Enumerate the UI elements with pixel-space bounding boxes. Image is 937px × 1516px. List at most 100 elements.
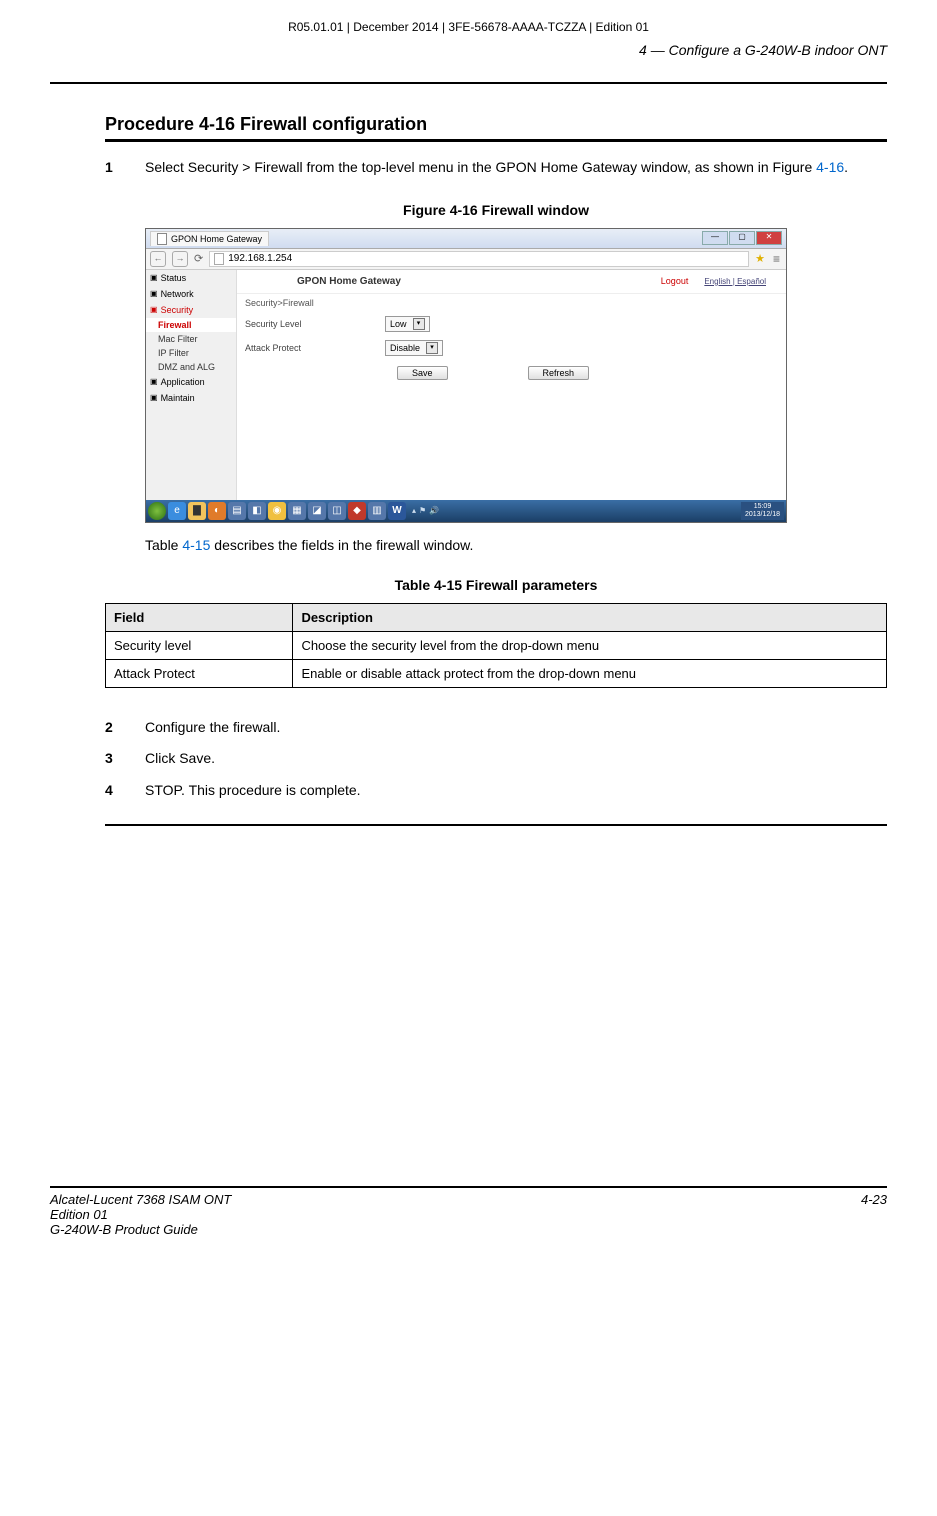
taskbar-clock[interactable]: 15:09 2013/12/18 (741, 502, 784, 520)
step-number: 3 (105, 749, 145, 769)
app-icon[interactable]: ▦ (288, 502, 306, 520)
security-level-row: Security Level Low ▾ (237, 312, 786, 336)
menu-icon[interactable]: ≡ (771, 252, 782, 266)
sidebar-label: Application (161, 377, 205, 387)
forward-button[interactable]: → (172, 251, 188, 267)
table-caption: Table 4-15 Firewall parameters (105, 577, 887, 593)
clock-time: 15:09 (745, 503, 780, 511)
sidebar-item-security[interactable]: ▣Security (146, 302, 236, 318)
router-breadcrumb: Security>Firewall (237, 294, 786, 312)
app-icon[interactable]: ▤ (228, 502, 246, 520)
router-sidebar: ▣Status ▣Network ▣Security Firewall Mac … (146, 270, 237, 500)
sidebar-sub-mac-filter[interactable]: Mac Filter (146, 332, 236, 346)
url-text: 192.168.1.254 (228, 253, 292, 264)
expand-icon: ▣ (150, 289, 158, 298)
back-button[interactable]: ← (150, 251, 166, 267)
sidebar-item-status[interactable]: ▣Status (146, 270, 236, 286)
attack-protect-label: Attack Protect (245, 343, 385, 353)
chrome-icon[interactable]: ◉ (268, 502, 286, 520)
sidebar-item-application[interactable]: ▣Application (146, 374, 236, 390)
procedure-title: Procedure 4-16 Firewall configuration (105, 114, 887, 142)
bookmark-star-icon[interactable]: ★ (755, 252, 765, 265)
app-icon[interactable]: ◪ (308, 502, 326, 520)
router-title: GPON Home Gateway (297, 276, 401, 287)
security-level-dropdown[interactable]: Low ▾ (385, 316, 430, 332)
expand-icon: ▣ (150, 273, 158, 282)
system-tray[interactable]: ▴⚑🔊 (408, 506, 443, 515)
site-icon (214, 253, 224, 265)
header-rule (50, 82, 887, 84)
window-titlebar: GPON Home Gateway — ▢ ✕ (146, 229, 786, 249)
ie-icon[interactable]: e (168, 502, 186, 520)
step-4: 4 STOP. This procedure is complete. (105, 781, 887, 801)
text-part: describes the fields in the firewall win… (210, 537, 473, 553)
minimize-button[interactable]: — (702, 231, 728, 245)
word-icon[interactable]: W (388, 502, 406, 520)
table-ref-link[interactable]: 4-15 (182, 537, 210, 553)
sidebar-item-network[interactable]: ▣Network (146, 286, 236, 302)
logout-link[interactable]: Logout (661, 276, 689, 286)
doc-header: R05.01.01 | December 2014 | 3FE-56678-AA… (50, 20, 887, 34)
step-number: 4 (105, 781, 145, 801)
expand-icon: ▣ (150, 377, 158, 386)
footer-line: G-240W-B Product Guide (50, 1222, 231, 1237)
chevron-down-icon: ▾ (426, 342, 438, 354)
sidebar-sub-ip-filter[interactable]: IP Filter (146, 346, 236, 360)
chevron-down-icon: ▾ (413, 318, 425, 330)
close-button[interactable]: ✕ (756, 231, 782, 245)
step-text: STOP. This procedure is complete. (145, 781, 887, 801)
app-icon[interactable]: ◫ (328, 502, 346, 520)
expand-icon: ▣ (150, 305, 158, 314)
table-cell-field: Attack Protect (106, 659, 293, 687)
save-button[interactable]: Save (397, 366, 448, 380)
router-main: GPON Home Gateway Logout English | Españ… (237, 270, 786, 500)
page-icon (157, 233, 167, 245)
text-part: Table (145, 537, 182, 553)
table-ref-sentence: Table 4-15 describes the fields in the f… (145, 537, 887, 553)
figure-ref-link[interactable]: 4-16 (816, 159, 844, 175)
table-header-field: Field (106, 603, 293, 631)
step-text-part: . (844, 159, 848, 175)
footer-line: Edition 01 (50, 1207, 231, 1222)
sidebar-label: Network (161, 289, 194, 299)
step-text: Configure the firewall. (145, 718, 887, 738)
step-text-part: Select Security > Firewall from the top-… (145, 159, 816, 175)
app-icon[interactable]: ◆ (348, 502, 366, 520)
expand-icon: ▣ (150, 393, 158, 402)
sidebar-item-maintain[interactable]: ▣Maintain (146, 390, 236, 406)
figure-caption: Figure 4-16 Firewall window (105, 202, 887, 218)
step-3: 3 Click Save. (105, 749, 887, 769)
firewall-window-screenshot: GPON Home Gateway — ▢ ✕ ← → ⟳ 192.168.1.… (145, 228, 787, 523)
refresh-button[interactable]: Refresh (528, 366, 590, 380)
sidebar-label: Status (161, 273, 187, 283)
app-icon[interactable]: ◧ (248, 502, 266, 520)
start-button-icon[interactable] (148, 502, 166, 520)
clock-date: 2013/12/18 (745, 511, 780, 519)
firefox-icon[interactable]: ◐ (208, 502, 226, 520)
app-icon[interactable]: ▥ (368, 502, 386, 520)
attack-protect-row: Attack Protect Disable ▾ (237, 336, 786, 360)
language-links[interactable]: English | Español (704, 277, 766, 286)
reload-button[interactable]: ⟳ (194, 252, 203, 265)
address-bar: ← → ⟳ 192.168.1.254 ★ ≡ (146, 249, 786, 270)
step-2: 2 Configure the firewall. (105, 718, 887, 738)
browser-tab[interactable]: GPON Home Gateway (150, 231, 269, 246)
windows-taskbar: e ▇ ◐ ▤ ◧ ◉ ▦ ◪ ◫ ◆ ▥ W ▴⚑🔊 15:09 2013/1… (146, 500, 786, 522)
url-field[interactable]: 192.168.1.254 (209, 251, 749, 267)
attack-protect-dropdown[interactable]: Disable ▾ (385, 340, 443, 356)
table-cell-field: Security level (106, 631, 293, 659)
procedure-end-rule (105, 824, 887, 826)
sidebar-sub-dmz-alg[interactable]: DMZ and ALG (146, 360, 236, 374)
tab-title: GPON Home Gateway (171, 234, 262, 244)
table-cell-desc: Choose the security level from the drop-… (293, 631, 887, 659)
step-text: Select Security > Firewall from the top-… (145, 158, 887, 178)
page-footer: Alcatel-Lucent 7368 ISAM ONT Edition 01 … (50, 1186, 887, 1237)
sidebar-sub-firewall[interactable]: Firewall (146, 318, 236, 332)
table-row: Security level Choose the security level… (106, 631, 887, 659)
step-text: Click Save. (145, 749, 887, 769)
step-1: 1 Select Security > Firewall from the to… (105, 158, 887, 178)
firewall-parameters-table: Field Description Security level Choose … (105, 603, 887, 688)
explorer-icon[interactable]: ▇ (188, 502, 206, 520)
maximize-button[interactable]: ▢ (729, 231, 755, 245)
table-cell-desc: Enable or disable attack protect from th… (293, 659, 887, 687)
